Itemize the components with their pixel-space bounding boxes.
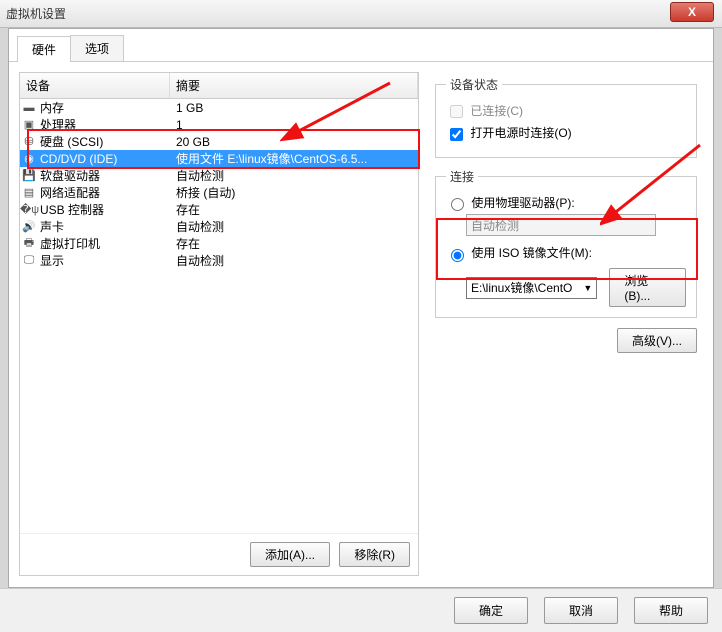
- device-icon: 🖶: [20, 234, 38, 253]
- device-summary: 存在: [170, 201, 418, 218]
- device-summary: 自动检测: [170, 167, 418, 184]
- device-summary: 自动检测: [170, 252, 418, 269]
- dialog-footer: 确定 取消 帮助: [0, 588, 722, 632]
- device-row[interactable]: �ψUSB 控制器存在: [20, 201, 418, 218]
- content-area: 设备 摘要 ▬内存1 GB▣处理器1⛁硬盘 (SCSI)20 GB◉CD/DVD…: [9, 62, 713, 586]
- header-summary: 摘要: [170, 73, 418, 98]
- connect-on-power-checkbox[interactable]: [450, 128, 463, 141]
- window-title: 虚拟机设置: [6, 5, 66, 22]
- use-physical-radio-label[interactable]: 使用物理驱动器(P):: [446, 194, 686, 212]
- device-name: 软盘驱动器: [38, 167, 170, 184]
- device-name: 网络适配器: [38, 184, 170, 201]
- use-iso-radio-label[interactable]: 使用 ISO 镜像文件(M):: [446, 244, 686, 262]
- tab-options[interactable]: 选项: [70, 35, 124, 61]
- device-summary: 使用文件 E:\linux镜像\CentOS-6.5...: [170, 150, 418, 167]
- header-device: 设备: [20, 73, 170, 98]
- device-row[interactable]: ◉CD/DVD (IDE)使用文件 E:\linux镜像\CentOS-6.5.…: [20, 150, 418, 167]
- device-name: CD/DVD (IDE): [38, 152, 170, 166]
- device-icon: 🔊: [20, 220, 38, 233]
- list-header: 设备 摘要: [20, 73, 418, 99]
- iso-path-combo[interactable]: E:\linux镜像\CentO ▼: [466, 277, 597, 299]
- dialog-body: 硬件 选项 设备 摘要 ▬内存1 GB▣处理器1⛁硬盘 (SCSI)20 GB◉…: [8, 28, 714, 588]
- device-name: 显示: [38, 252, 170, 269]
- physical-drive-dropdown: 自动检测: [466, 214, 656, 236]
- device-row[interactable]: 🔊声卡自动检测: [20, 218, 418, 235]
- device-summary: 20 GB: [170, 135, 418, 149]
- list-body[interactable]: ▬内存1 GB▣处理器1⛁硬盘 (SCSI)20 GB◉CD/DVD (IDE)…: [20, 99, 418, 533]
- device-summary: 1 GB: [170, 101, 418, 115]
- device-row[interactable]: ⛁硬盘 (SCSI)20 GB: [20, 133, 418, 150]
- tab-strip: 硬件 选项: [9, 29, 713, 62]
- device-name: 声卡: [38, 218, 170, 235]
- connect-on-power-label[interactable]: 打开电源时连接(O): [446, 124, 686, 143]
- device-status-group: 设备状态 已连接(C) 打开电源时连接(O): [435, 76, 697, 158]
- device-row[interactable]: ▣处理器1: [20, 116, 418, 133]
- help-button[interactable]: 帮助: [634, 597, 708, 624]
- device-icon: ▤: [20, 186, 38, 199]
- device-row[interactable]: 🖶虚拟打印机存在: [20, 235, 418, 252]
- device-icon: �ψ: [20, 203, 38, 216]
- ok-button[interactable]: 确定: [454, 597, 528, 624]
- settings-panel: 设备状态 已连接(C) 打开电源时连接(O) 连接 使用物理驱动器(P): 自动…: [429, 72, 703, 576]
- chevron-down-icon: ▼: [583, 283, 592, 293]
- close-button[interactable]: X: [670, 2, 714, 22]
- add-button[interactable]: 添加(A)...: [250, 542, 330, 567]
- list-buttons: 添加(A)... 移除(R): [20, 533, 418, 575]
- use-physical-radio[interactable]: [451, 198, 464, 211]
- advanced-row: 高级(V)...: [435, 328, 697, 353]
- device-icon: ◉: [20, 152, 38, 165]
- device-row[interactable]: ▤网络适配器桥接 (自动): [20, 184, 418, 201]
- device-row[interactable]: 🖵显示自动检测: [20, 252, 418, 269]
- device-icon: 💾: [20, 169, 38, 182]
- device-icon: ▣: [20, 118, 38, 131]
- title-bar: 虚拟机设置 X: [0, 0, 722, 28]
- device-status-legend: 设备状态: [446, 76, 502, 93]
- device-name: 内存: [38, 99, 170, 116]
- connected-checkbox: [450, 105, 463, 118]
- browse-button[interactable]: 浏览(B)...: [609, 268, 686, 307]
- use-iso-radio[interactable]: [451, 249, 464, 262]
- device-name: 虚拟打印机: [38, 235, 170, 252]
- device-name: USB 控制器: [38, 201, 170, 218]
- device-summary: 桥接 (自动): [170, 184, 418, 201]
- device-name: 处理器: [38, 116, 170, 133]
- iso-row: E:\linux镜像\CentO ▼ 浏览(B)...: [466, 268, 686, 307]
- device-summary: 存在: [170, 235, 418, 252]
- connection-legend: 连接: [446, 168, 478, 185]
- device-list-panel: 设备 摘要 ▬内存1 GB▣处理器1⛁硬盘 (SCSI)20 GB◉CD/DVD…: [19, 72, 419, 576]
- device-name: 硬盘 (SCSI): [38, 133, 170, 150]
- device-row[interactable]: 💾软盘驱动器自动检测: [20, 167, 418, 184]
- advanced-button[interactable]: 高级(V)...: [617, 328, 697, 353]
- cancel-button[interactable]: 取消: [544, 597, 618, 624]
- device-row[interactable]: ▬内存1 GB: [20, 99, 418, 116]
- device-icon: ⛁: [20, 135, 38, 148]
- device-icon: 🖵: [20, 254, 38, 267]
- tab-hardware[interactable]: 硬件: [17, 36, 71, 62]
- remove-button[interactable]: 移除(R): [339, 542, 410, 567]
- device-summary: 1: [170, 118, 418, 132]
- connection-group: 连接 使用物理驱动器(P): 自动检测 使用 ISO 镜像文件(M): E:\l…: [435, 168, 697, 319]
- device-summary: 自动检测: [170, 218, 418, 235]
- connected-checkbox-label: 已连接(C): [446, 102, 686, 121]
- device-icon: ▬: [20, 102, 38, 114]
